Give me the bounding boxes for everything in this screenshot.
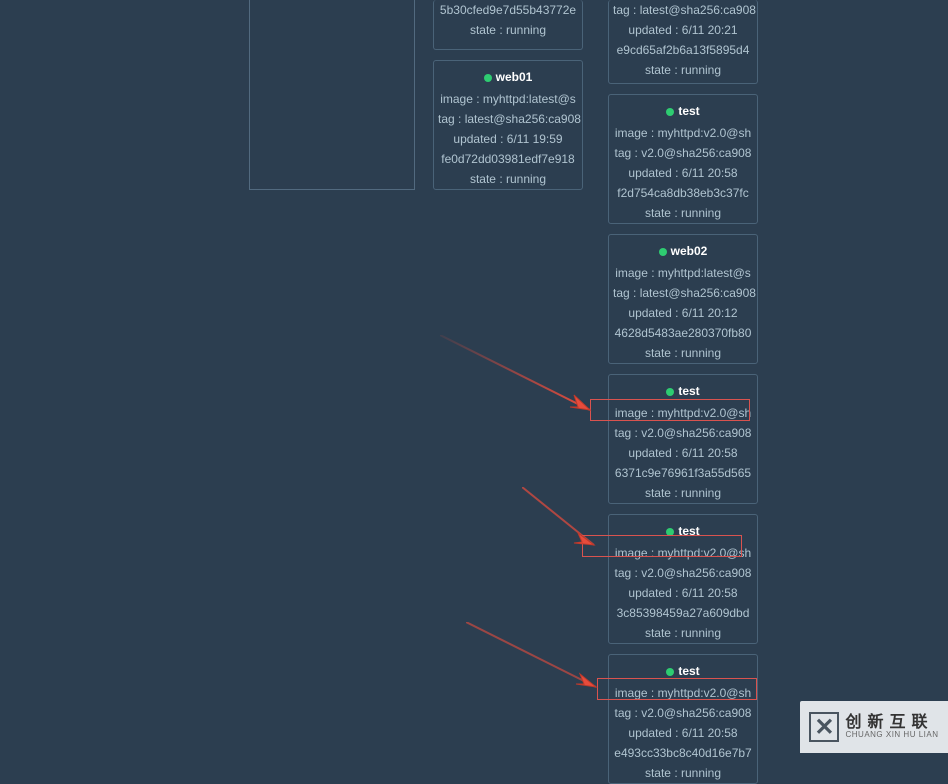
state-line: state : running [438, 20, 578, 40]
card-title: test [613, 101, 753, 121]
card-title: web01 [438, 67, 578, 87]
container-card-test[interactable]: test image : myhttpd:v2.0@sh tag : v2.0@… [608, 374, 758, 504]
hash-line: e493cc33bc8c40d16e7b7 [613, 743, 753, 763]
state-line: state : running [613, 623, 753, 643]
container-card-test[interactable]: test image : myhttpd:v2.0@sh tag : v2.0@… [608, 94, 758, 224]
container-card-web01[interactable]: web01 image : myhttpd:latest@s tag : lat… [433, 60, 583, 190]
annotation-rect [582, 535, 742, 557]
status-dot-icon [666, 108, 674, 116]
card-title: test [613, 381, 753, 401]
tag-line: tag : v2.0@sha256:ca908 [613, 423, 753, 443]
tag-line: tag : latest@sha256:ca908 [438, 109, 578, 129]
watermark-logo-icon: ✕ [809, 712, 839, 742]
state-line: state : running [613, 483, 753, 503]
status-dot-icon [484, 74, 492, 82]
state-line: state : running [613, 763, 753, 783]
container-card-web02[interactable]: web02 image : myhttpd:latest@s tag : lat… [608, 234, 758, 364]
state-line: state : running [613, 203, 753, 223]
status-dot-icon [666, 668, 674, 676]
updated-line: updated : 6/11 20:58 [613, 583, 753, 603]
status-dot-icon [666, 388, 674, 396]
annotation-rect [597, 678, 757, 700]
image-line: image : myhttpd:latest@s [438, 89, 578, 109]
updated-line: updated : 6/11 20:12 [613, 303, 753, 323]
tag-line: tag : v2.0@sha256:ca908 [613, 143, 753, 163]
empty-panel [249, 0, 415, 190]
annotation-arrow-icon [440, 335, 610, 425]
hash-line: fe0d72dd03981edf7e918 [438, 149, 578, 169]
hash-line: f2d754ca8db38eb3c37fc [613, 183, 753, 203]
updated-line: updated : 6/11 20:58 [613, 163, 753, 183]
tag-line: tag : latest@sha256:ca908 [613, 283, 753, 303]
hash-line: 6371c9e76961f3a55d565 [613, 463, 753, 483]
image-line: image : myhttpd:latest@s [613, 263, 753, 283]
status-dot-icon [659, 248, 667, 256]
state-line: state : running [613, 60, 753, 80]
container-card[interactable]: 5b30cfed9e7d55b43772e state : running [433, 0, 583, 50]
card-title: web02 [613, 241, 753, 261]
hash-line: 5b30cfed9e7d55b43772e [438, 0, 578, 20]
updated-line: updated : 6/11 19:59 [438, 129, 578, 149]
container-card-test[interactable]: test image : myhttpd:v2.0@sh tag : v2.0@… [608, 514, 758, 644]
container-card-test[interactable]: test image : myhttpd:v2.0@sh tag : v2.0@… [608, 654, 758, 784]
annotation-rect [590, 399, 750, 421]
watermark: ✕ 创新互联 CHUANG XIN HU LIAN [800, 701, 948, 753]
updated-line: updated : 6/11 20:21 [613, 20, 753, 40]
hash-line: 3c85398459a27a609dbd [613, 603, 753, 623]
updated-line: updated : 6/11 20:58 [613, 723, 753, 743]
tag-line: tag : latest@sha256:ca908 [613, 0, 753, 20]
hash-line: 4628d5483ae280370fb80 [613, 323, 753, 343]
tag-line: tag : v2.0@sha256:ca908 [613, 703, 753, 723]
watermark-cn: 创新互联 [845, 715, 938, 731]
hash-line: e9cd65af2b6a13f5895d4 [613, 40, 753, 60]
tag-line: tag : v2.0@sha256:ca908 [613, 563, 753, 583]
state-line: state : running [438, 169, 578, 189]
container-card[interactable]: tag : latest@sha256:ca908 updated : 6/11… [608, 0, 758, 84]
annotation-arrow-icon [466, 622, 616, 702]
watermark-en: CHUANG XIN HU LIAN [845, 731, 938, 739]
updated-line: updated : 6/11 20:58 [613, 443, 753, 463]
state-line: state : running [613, 343, 753, 363]
image-line: image : myhttpd:v2.0@sh [613, 123, 753, 143]
